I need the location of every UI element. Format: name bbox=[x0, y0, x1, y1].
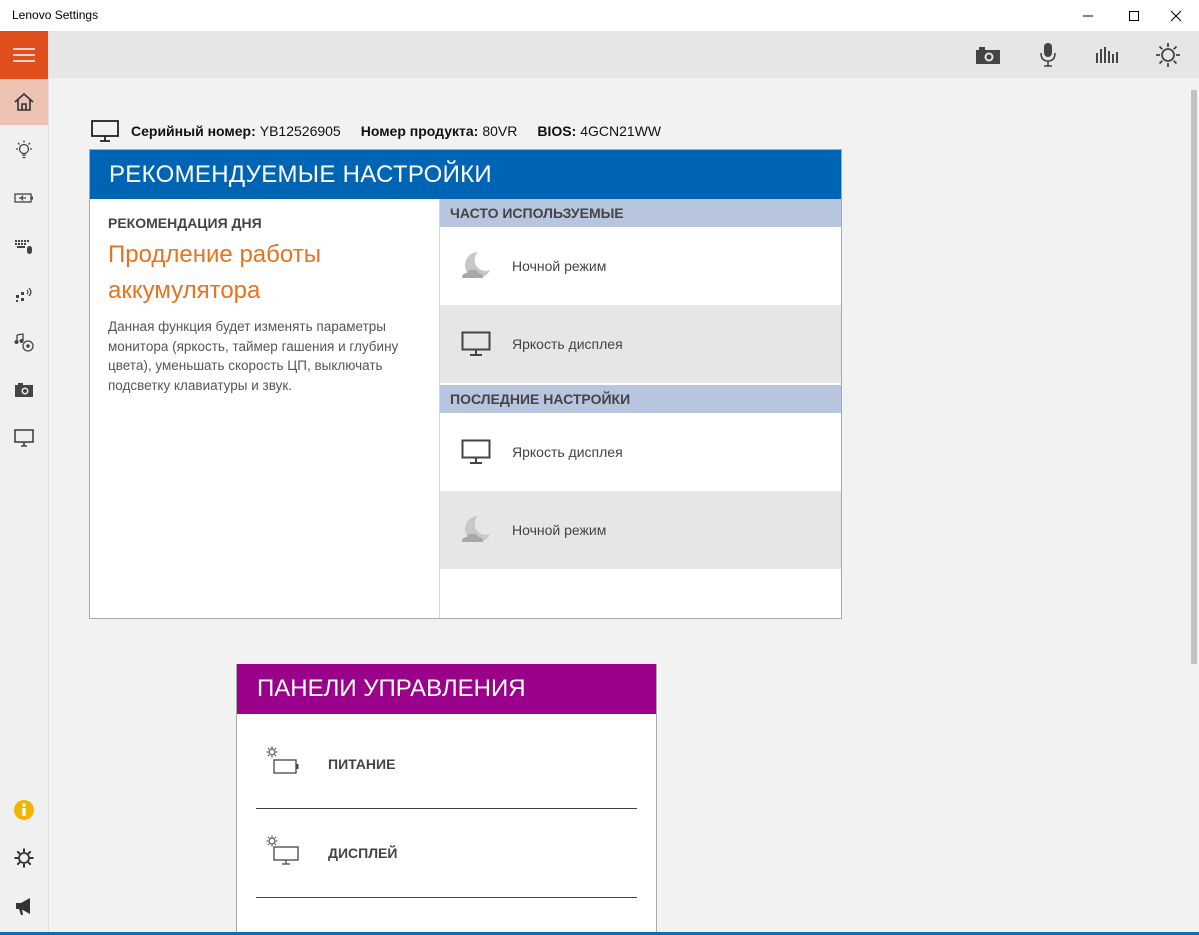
title-bar: Lenovo Settings bbox=[0, 0, 1199, 31]
camera-icon bbox=[15, 383, 33, 397]
maximize-icon bbox=[1129, 10, 1139, 21]
tip-kicker: РЕКОМЕНДАЦИЯ ДНЯ bbox=[108, 215, 262, 231]
recent-item-label: Яркость дисплея bbox=[512, 444, 623, 460]
monitor-icon bbox=[461, 439, 491, 464]
recommended-settings-card: РЕКОМЕНДУЕМЫЕ НАСТРОЙКИ РЕКОМЕНДАЦИЯ ДНЯ… bbox=[89, 149, 842, 619]
sidebar-item-display[interactable] bbox=[0, 415, 48, 461]
quick-settings-panel: ЧАСТО ИСПОЛЬЗУЕМЫЕ Ночной режим Яркость … bbox=[440, 199, 841, 618]
system-info: Серийный номер: YB12526905 Номер продукт… bbox=[91, 120, 681, 142]
display-icon bbox=[14, 429, 34, 447]
night-mode-icon bbox=[462, 252, 490, 278]
serial-label: Серийный номер: bbox=[131, 123, 256, 139]
bios-value: 4GCN21WW bbox=[580, 123, 662, 139]
tip-of-day-panel[interactable]: РЕКОМЕНДАЦИЯ ДНЯ Продление работы аккуму… bbox=[90, 199, 440, 618]
night-mode-icon bbox=[462, 516, 490, 542]
monitor-icon bbox=[461, 331, 491, 356]
megaphone-icon bbox=[16, 898, 30, 915]
control-panels-title: ПАНЕЛИ УПРАВЛЕНИЯ bbox=[237, 664, 656, 714]
audio-video-icon bbox=[14, 333, 34, 352]
sidebar-item-network[interactable] bbox=[0, 271, 48, 317]
top-toolbar bbox=[49, 31, 1199, 78]
sidebar-item-lighting[interactable] bbox=[0, 127, 48, 173]
recent-item-night-mode[interactable]: Ночной режим bbox=[440, 491, 841, 569]
recommended-settings-title: РЕКОМЕНДУЕМЫЕ НАСТРОЙКИ bbox=[90, 150, 841, 199]
product-label: Номер продукта: bbox=[360, 123, 479, 139]
tip-description: Данная функция будет изменять параметры … bbox=[108, 319, 399, 393]
window-title: Lenovo Settings bbox=[12, 8, 99, 22]
recent-section-title: ПОСЛЕДНИЕ НАСТРОЙКИ bbox=[440, 385, 841, 413]
sidebar bbox=[0, 31, 49, 935]
toolbar-microphone-button[interactable] bbox=[1034, 41, 1062, 69]
frequent-item-brightness[interactable]: Яркость дисплея bbox=[440, 305, 841, 383]
sidebar-item-feedback[interactable] bbox=[0, 883, 48, 929]
frequent-item-label: Ночной режим bbox=[512, 258, 607, 274]
sidebar-item-settings[interactable] bbox=[0, 835, 48, 881]
minimize-icon bbox=[1083, 15, 1093, 16]
keyboard-mouse-icon bbox=[15, 240, 32, 254]
computer-monitor-icon bbox=[91, 120, 119, 142]
control-panel-power[interactable]: ПИТАНИЕ bbox=[256, 719, 637, 809]
control-panel-label: ДИСПЛЕЙ bbox=[328, 844, 398, 861]
home-icon bbox=[14, 92, 34, 111]
recent-item-brightness[interactable]: Яркость дисплея bbox=[440, 413, 841, 491]
sidebar-item-home[interactable] bbox=[0, 79, 48, 125]
settings-gear-icon bbox=[14, 848, 34, 868]
control-panel-display[interactable]: ДИСПЛЕЙ bbox=[256, 808, 637, 898]
hamburger-icon bbox=[13, 48, 35, 62]
camera-icon bbox=[976, 47, 1000, 64]
close-icon bbox=[1170, 10, 1182, 21]
network-icon bbox=[16, 287, 32, 302]
maximize-button[interactable] bbox=[1111, 0, 1157, 31]
audio-levels-icon bbox=[1096, 47, 1118, 63]
microphone-icon bbox=[1040, 43, 1056, 67]
power-settings-icon bbox=[266, 746, 299, 774]
brightness-icon bbox=[1156, 43, 1180, 67]
serial-value: YB12526905 bbox=[259, 123, 341, 139]
sidebar-item-input[interactable] bbox=[0, 223, 48, 269]
sidebar-item-power[interactable] bbox=[0, 175, 48, 221]
menu-button[interactable] bbox=[0, 31, 48, 79]
bios-label: BIOS: bbox=[537, 123, 577, 139]
toolbar-brightness-button[interactable] bbox=[1154, 41, 1182, 69]
minimize-button[interactable] bbox=[1065, 0, 1111, 31]
control-panel-label: ПИТАНИЕ bbox=[328, 755, 396, 772]
info-icon bbox=[14, 800, 34, 820]
recent-item-label: Ночной режим bbox=[512, 522, 607, 538]
frequent-item-night-mode[interactable]: Ночной режим bbox=[440, 227, 841, 305]
toolbar-audio-button[interactable] bbox=[1094, 41, 1122, 69]
frequent-section-title: ЧАСТО ИСПОЛЬЗУЕМЫЕ bbox=[440, 199, 841, 227]
lightbulb-icon bbox=[16, 140, 32, 159]
frequent-item-label: Яркость дисплея bbox=[512, 336, 623, 352]
product-value: 80VR bbox=[482, 123, 518, 139]
display-settings-icon bbox=[266, 835, 299, 865]
sidebar-item-audio[interactable] bbox=[0, 319, 48, 365]
sidebar-item-camera[interactable] bbox=[0, 367, 48, 413]
tip-headline[interactable]: Продление работы аккумулятора bbox=[108, 237, 418, 309]
toolbar-camera-button[interactable] bbox=[974, 41, 1002, 69]
close-button[interactable] bbox=[1153, 0, 1199, 31]
scrollbar-thumb[interactable] bbox=[1191, 90, 1197, 664]
battery-icon bbox=[14, 193, 33, 203]
control-panels-card: ПАНЕЛИ УПРАВЛЕНИЯ ПИТАНИЕ ДИСПЛЕЙ bbox=[236, 664, 657, 935]
sidebar-item-info[interactable] bbox=[0, 787, 48, 833]
